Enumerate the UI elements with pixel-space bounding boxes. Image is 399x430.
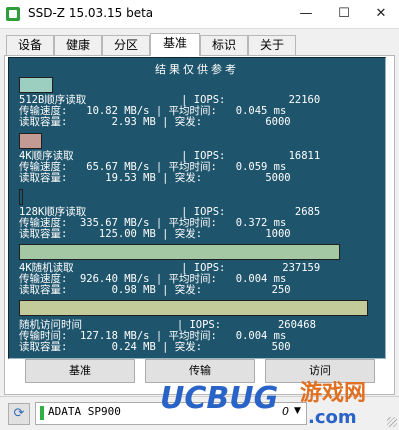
watermark-domain: .com [308, 407, 357, 428]
maximize-button[interactable]: ☐ [326, 0, 362, 27]
watermark-brand: UCBUG [160, 381, 278, 416]
result-bar-4k-seq [19, 133, 42, 149]
minimize-button[interactable]: — [288, 0, 324, 27]
result-line-512b-volume: 读取容量: 2.93 MB | 突发: 6000 [19, 116, 291, 128]
result-bar-512b-seq [19, 77, 53, 93]
benchmark-button[interactable]: 基准 [25, 359, 135, 383]
result-line-128k-volume: 读取容量: 125.00 MB | 突发: 1000 [19, 228, 291, 240]
drive-name: ADATA SP900 [48, 405, 121, 418]
app-icon [6, 7, 20, 21]
watermark-logo: UCBUG 游戏网 .com [160, 380, 366, 428]
tab-partitions[interactable]: 分区 [102, 35, 150, 55]
result-bar-128k-seq [19, 189, 23, 205]
title-bar: SSD-Z 15.03.15 beta — ☐ ✕ [0, 0, 399, 29]
result-line-4k-seq-volume: 读取容量: 19.53 MB | 突发: 5000 [19, 172, 291, 184]
benchmark-results: 结果仅供参考 512B顺序读取 | IOPS: 22160 传输速度: 10.8… [8, 57, 386, 359]
tab-health[interactable]: 健康 [54, 35, 102, 55]
result-bar-4k-random [19, 244, 340, 260]
result-bar-random-access [19, 300, 368, 316]
result-line-access-volume: 读取容量: 0.24 MB | 突发: 500 [19, 341, 291, 353]
window-title: SSD-Z 15.03.15 beta [28, 6, 154, 20]
tab-device[interactable]: 设备 [6, 35, 54, 55]
watermark-game-text: 游戏网 [300, 380, 366, 406]
drive-status-led [40, 406, 44, 420]
tab-bar: 设备 健康 分区 基准 标识 关于 [4, 33, 395, 56]
close-button[interactable]: ✕ [363, 0, 399, 27]
results-title: 结果仅供参考 [155, 63, 239, 76]
tab-benchmark[interactable]: 基准 [150, 33, 200, 56]
result-line-4k-rand-volume: 读取容量: 0.98 MB | 突发: 250 [19, 284, 291, 296]
tab-about[interactable]: 关于 [248, 35, 296, 55]
refresh-icon: ⟳ [13, 406, 25, 421]
refresh-button[interactable]: ⟳ [8, 403, 30, 425]
tab-identify[interactable]: 标识 [200, 35, 248, 55]
